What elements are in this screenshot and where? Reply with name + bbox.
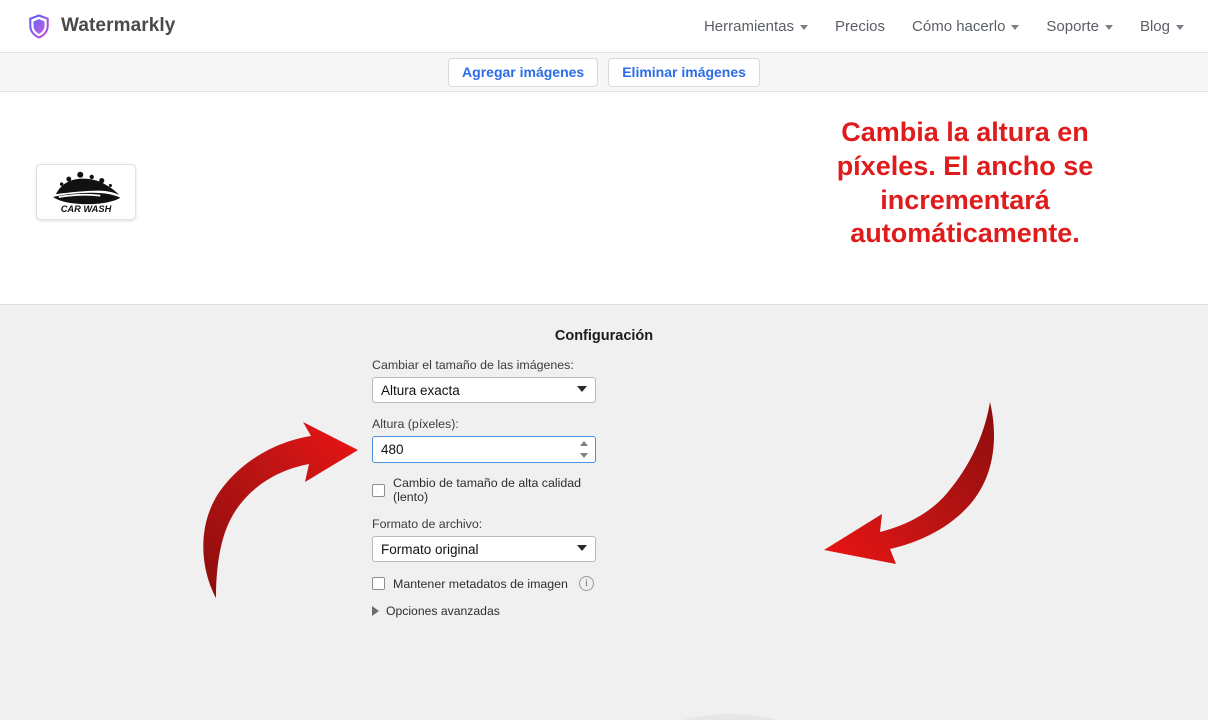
chevron-down-icon xyxy=(800,24,808,30)
page-root: Watermarkly Herramientas Precios Cómo ha… xyxy=(0,0,1208,720)
shield-icon xyxy=(29,13,49,39)
settings-title: Configuración xyxy=(554,328,654,344)
nav-label: Soporte xyxy=(1046,17,1099,35)
site-header: Watermarkly Herramientas Precios Cómo ha… xyxy=(0,0,1208,53)
high-quality-label: Cambio de tamaño de alta calidad (lento) xyxy=(393,476,582,504)
info-icon[interactable]: i xyxy=(578,576,594,591)
nav-label: Blog xyxy=(1139,17,1170,35)
image-preview-area: CAR WASH Cambia la altura en píxeles. El… xyxy=(0,92,1208,305)
height-label: Altura (píxeles): xyxy=(372,417,459,431)
chevron-down-icon xyxy=(1011,24,1020,30)
chevron-down-icon xyxy=(1176,24,1184,30)
nav-label: Herramientas xyxy=(703,17,794,35)
annotation-top-text: Cambia la altura en píxeles. El ancho se… xyxy=(836,117,1094,249)
resize-preview-illustration xyxy=(682,714,778,720)
remove-images-button[interactable]: Eliminar imágenes xyxy=(608,57,760,87)
car-wash-logo-thumbnail[interactable]: CAR WASH xyxy=(36,164,136,220)
height-input-wrap xyxy=(372,436,596,463)
nav-item-precios[interactable]: Precios xyxy=(835,18,885,35)
nav-item-blog[interactable]: Blog xyxy=(1140,18,1184,35)
keep-metadata-label: Mantener metadatos de imagen xyxy=(393,576,568,591)
nav-item-como-hacerlo[interactable]: Cómo hacerlo xyxy=(912,17,1020,35)
nav-item-herramientas[interactable]: Herramientas xyxy=(704,18,808,35)
triangle-right-icon xyxy=(372,606,379,616)
svg-text:CAR WASH: CAR WASH xyxy=(61,204,112,214)
resize-mode-select-wrap: Altura exacta xyxy=(372,377,596,403)
resize-mode-label: Cambiar el tamaño de las imágenes: xyxy=(372,358,574,372)
main-nav: Herramientas Precios Cómo hacerlo Soport… xyxy=(704,18,1184,35)
height-input[interactable] xyxy=(372,436,596,463)
high-quality-row[interactable]: Cambio de tamaño de alta calidad (lento) xyxy=(372,476,596,504)
car-wash-logo-image: CAR WASH xyxy=(53,171,121,214)
red-arrow-to-height-input xyxy=(203,422,358,598)
file-format-label: Formato de archivo: xyxy=(372,517,483,531)
file-format-select-wrap: Formato original xyxy=(372,536,596,562)
add-images-button[interactable]: Agregar imágenes xyxy=(448,57,599,87)
nav-item-soporte[interactable]: Soporte xyxy=(1046,18,1113,35)
nav-label: Cómo hacerlo xyxy=(912,17,1006,35)
nav-label: Precios xyxy=(835,17,886,35)
advanced-options-toggle[interactable]: Opciones avanzadas xyxy=(372,604,596,618)
red-arrow-to-size-preview xyxy=(824,402,995,564)
image-toolbar: Agregar imágenes Eliminar imágenes xyxy=(0,53,1208,92)
advanced-options-label: Opciones avanzadas xyxy=(386,604,500,618)
resize-settings-form: Cambiar el tamaño de las imágenes: Altur… xyxy=(372,358,596,618)
brand-name: Watermarkly xyxy=(61,15,176,36)
file-format-select[interactable]: Formato original xyxy=(372,536,596,562)
keep-metadata-row[interactable]: Mantener metadatos de imagen i xyxy=(372,576,596,591)
brand-logo[interactable]: Watermarkly xyxy=(28,13,176,39)
settings-panel: Configuración Cambiar el tamaño de las i… xyxy=(0,306,1208,720)
chevron-down-icon xyxy=(1104,24,1113,30)
resize-mode-select[interactable]: Altura exacta xyxy=(372,377,596,403)
